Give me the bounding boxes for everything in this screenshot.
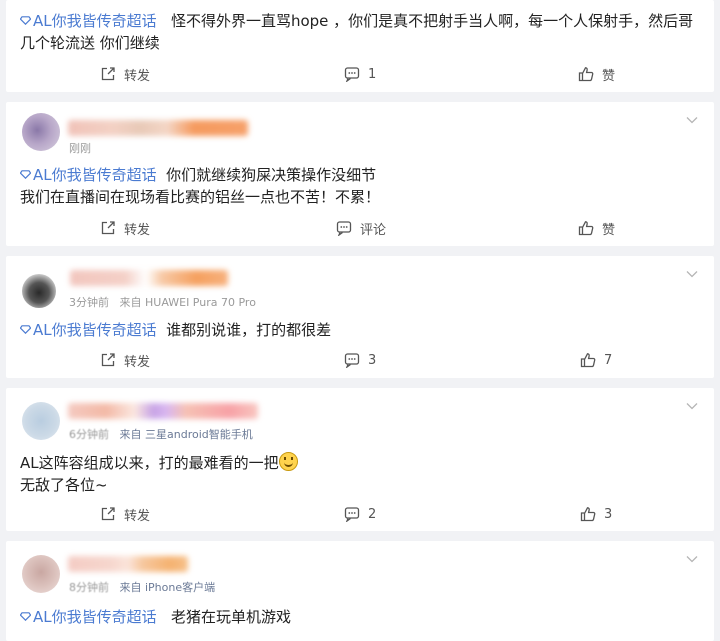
post-actions: 转发 2 3	[6, 502, 714, 526]
post-source: 来自 三星android智能手机	[119, 428, 253, 441]
grinning-face-emoji	[278, 452, 298, 471]
topic-link[interactable]: AL你我皆传奇超话	[20, 608, 157, 626]
post-source: 来自 HUAWEI Pura 70 Pro	[119, 296, 256, 309]
post-content: AL你我皆传奇超话 老猪在玩单机游戏	[20, 606, 700, 628]
comment-button[interactable]: 3	[344, 348, 376, 372]
like-button[interactable]: 赞	[578, 62, 615, 86]
chevron-down-icon[interactable]	[686, 402, 698, 410]
post-text: 谁都别说谁，打的都很差	[166, 321, 332, 339]
diamond-icon	[20, 612, 31, 621]
topic-link[interactable]: AL你我皆传奇超话	[20, 12, 157, 30]
post-card: 刚刚 AL你我皆传奇超话 你们就继续狗屎决策操作没细节 我们在直播间在现场看比赛…	[6, 102, 714, 246]
post-time: 6分钟前	[69, 428, 109, 441]
comment-button[interactable]: 1	[344, 62, 376, 86]
chevron-down-icon[interactable]	[686, 555, 698, 563]
repost-button[interactable]: 转发	[100, 348, 150, 372]
post-text: 几个轮流送 你们继续	[20, 34, 160, 52]
post-actions: 转发 3 7	[6, 348, 714, 372]
like-button[interactable]: 7	[580, 348, 612, 372]
avatar[interactable]	[22, 113, 60, 151]
post-card: AL你我皆传奇超话 怪不得外界一直骂hope ，你们是真不把射手当人啊，每一个人…	[6, 0, 714, 92]
post-time: 8分钟前	[69, 581, 109, 594]
thumbs-up-icon	[580, 353, 596, 368]
diamond-icon	[20, 170, 31, 179]
post-content: AL这阵容组成以来，打的最难看的一把 无敌了各位~	[20, 452, 700, 496]
like-button[interactable]: 赞	[578, 216, 615, 240]
username-blurred[interactable]	[70, 270, 228, 286]
avatar[interactable]	[22, 555, 60, 593]
username-blurred[interactable]	[68, 403, 258, 419]
post-text: 无敌了各位~	[20, 476, 108, 494]
thumbs-up-icon	[578, 221, 594, 236]
post-time: 刚刚	[69, 142, 91, 155]
repost-icon	[101, 67, 115, 81]
avatar[interactable]	[22, 402, 60, 440]
diamond-icon	[20, 16, 31, 25]
repost-icon	[101, 353, 115, 367]
post-text: 我们在直播间在现场看比赛的铝丝一点也不苦！不累！	[20, 188, 381, 206]
topic-link[interactable]: AL你我皆传奇超话	[20, 166, 157, 184]
post-card: 3分钟前 来自 HUAWEI Pura 70 Pro AL你我皆传奇超话 谁都别…	[6, 256, 714, 378]
username-blurred[interactable]	[68, 556, 188, 572]
repost-icon	[101, 507, 115, 521]
comment-icon	[344, 507, 360, 522]
post-time: 3分钟前	[69, 296, 109, 309]
post-content: AL你我皆传奇超话 你们就继续狗屎决策操作没细节 我们在直播间在现场看比赛的铝丝…	[20, 164, 700, 208]
post-card: 6分钟前 来自 三星android智能手机 AL这阵容组成以来，打的最难看的一把…	[6, 388, 714, 531]
thumbs-up-icon	[580, 507, 596, 522]
username-blurred[interactable]	[68, 120, 248, 136]
diamond-icon	[20, 325, 31, 334]
post-meta: 8分钟前 来自 iPhone客户端	[69, 579, 215, 595]
post-text: 你们就继续狗屎决策操作没细节	[166, 166, 377, 184]
post-text: 怪不得外界一直骂hope ，你们是真不把射手当人啊，每一个人保射手，然后哥	[170, 12, 694, 30]
post-content: AL你我皆传奇超话 怪不得外界一直骂hope ，你们是真不把射手当人啊，每一个人…	[20, 10, 700, 54]
like-button[interactable]: 3	[580, 502, 612, 526]
post-actions: 转发 评论 赞	[6, 216, 714, 240]
repost-button[interactable]: 转发	[100, 216, 150, 240]
post-content: AL你我皆传奇超话 谁都别说谁，打的都很差	[20, 319, 700, 341]
comment-icon	[344, 353, 360, 368]
post-card: 8分钟前 来自 iPhone客户端 AL你我皆传奇超话 老猪在玩单机游戏	[6, 541, 714, 641]
thumbs-up-icon	[578, 67, 594, 82]
post-text: AL这阵容组成以来，打的最难看的一把	[20, 454, 279, 472]
comment-button[interactable]: 2	[344, 502, 376, 526]
comment-icon	[336, 221, 352, 236]
repost-button[interactable]: 转发	[100, 62, 150, 86]
post-meta: 6分钟前 来自 三星android智能手机	[69, 426, 253, 442]
post-actions: 转发 1 赞	[6, 62, 714, 86]
comment-icon	[344, 67, 360, 82]
repost-icon	[101, 221, 115, 235]
topic-link[interactable]: AL你我皆传奇超话	[20, 321, 157, 339]
post-source: 来自 iPhone客户端	[119, 581, 216, 594]
post-meta: 3分钟前 来自 HUAWEI Pura 70 Pro	[69, 294, 256, 310]
chevron-down-icon[interactable]	[686, 270, 698, 278]
comment-button[interactable]: 评论	[336, 216, 386, 240]
avatar[interactable]	[22, 274, 56, 308]
post-text: 老猪在玩单机游戏	[170, 608, 291, 626]
chevron-down-icon[interactable]	[686, 116, 698, 124]
repost-button[interactable]: 转发	[100, 502, 150, 526]
